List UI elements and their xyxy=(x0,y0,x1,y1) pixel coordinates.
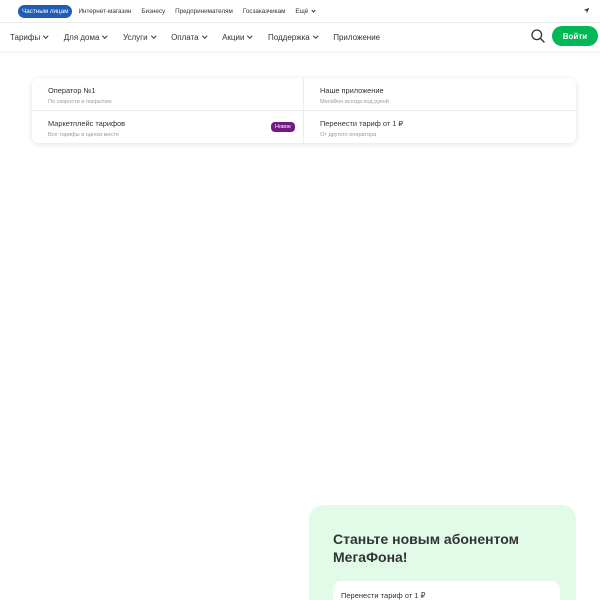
menu-item-subtitle: Все тарифы в одном месте xyxy=(48,131,119,138)
segment-bar: Частным лицам Интернет-магазин Бизнесу П… xyxy=(0,0,600,23)
menu-item-title: Оператор №1 xyxy=(48,86,96,95)
segment-more[interactable]: Ещё xyxy=(295,7,316,15)
menu-item-title: Наше приложение xyxy=(320,86,384,95)
promo-card: Станьте новым абонентом МегаФона! Перене… xyxy=(309,505,576,600)
chevron-down-icon xyxy=(312,33,318,39)
menu-item-title: Маркетплейс тарифов xyxy=(48,118,126,128)
chevron-down-icon xyxy=(102,33,108,39)
segment-private[interactable]: Частным лицам xyxy=(18,4,73,18)
transfer-tariff-title: Перенести тариф от 1 ₽ xyxy=(341,591,426,600)
nav-services[interactable]: Услуги xyxy=(122,32,156,42)
transfer-tariff-card[interactable]: Перенести тариф от 1 ₽ xyxy=(333,581,560,600)
nav-tariffs[interactable]: Тарифы xyxy=(10,32,49,42)
chevron-down-icon xyxy=(150,33,156,39)
nav-home-label: Для дома xyxy=(63,32,100,42)
segment-entrepreneurs[interactable]: Предпринимателям xyxy=(175,8,233,15)
search-icon[interactable] xyxy=(530,28,546,44)
segment-shop[interactable]: Интернет-магазин xyxy=(78,8,131,15)
main-nav: Тарифы Для дома Услуги Оплата Акции Подд… xyxy=(0,23,600,51)
nav-app[interactable]: Приложение xyxy=(333,33,380,42)
nav-payment-label: Оплата xyxy=(171,32,199,42)
nav-support[interactable]: Поддержка xyxy=(267,32,318,42)
menu-item-subtitle: МегаФон всегда под рукой xyxy=(320,99,389,105)
menu-item-title: Перенести тариф от 1 ₽ xyxy=(320,118,404,128)
nav-promotions-label: Акции xyxy=(222,32,245,42)
new-badge: Новое xyxy=(270,121,295,132)
menu-item-marketplace[interactable]: Маркетплейс тарифов Все тарифы в одном м… xyxy=(32,110,304,143)
chevron-down-icon xyxy=(247,33,253,39)
segment-business[interactable]: Бизнесу xyxy=(141,8,165,15)
menu-item-subtitle: От другого оператора xyxy=(320,131,377,138)
promo-title: Станьте новым абонентом МегаФона! xyxy=(333,531,520,565)
menu-item-subtitle: По скорости и покрытию xyxy=(48,99,112,105)
nav-app-label: Приложение xyxy=(333,32,381,42)
segment-government[interactable]: Госзаказчикам xyxy=(243,8,286,15)
chevron-down-icon xyxy=(201,33,207,39)
login-button[interactable]: Войти xyxy=(552,26,598,46)
location-arrow-icon[interactable] xyxy=(583,7,590,14)
nav-promotions[interactable]: Акции xyxy=(222,32,253,42)
nav-services-label: Услуги xyxy=(122,32,148,42)
app-menu-dropdown: Оператор №1 По скорости и покрытию Наше … xyxy=(32,78,576,143)
nav-home[interactable]: Для дома xyxy=(63,32,108,42)
chevron-down-icon xyxy=(43,33,49,39)
menu-item-operator[interactable]: Оператор №1 По скорости и покрытию xyxy=(32,78,304,111)
nav-support-label: Поддержка xyxy=(267,32,310,42)
menu-item-transfer-tariff[interactable]: Перенести тариф от 1 ₽ От другого операт… xyxy=(304,111,576,144)
chevron-down-icon xyxy=(311,7,316,13)
segment-more-label: Ещё xyxy=(295,7,309,15)
menu-item-our-app[interactable]: Наше приложение МегаФон всегда под рукой xyxy=(304,78,576,111)
nav-tariffs-label: Тарифы xyxy=(10,32,41,42)
nav-payment[interactable]: Оплата xyxy=(171,32,207,42)
